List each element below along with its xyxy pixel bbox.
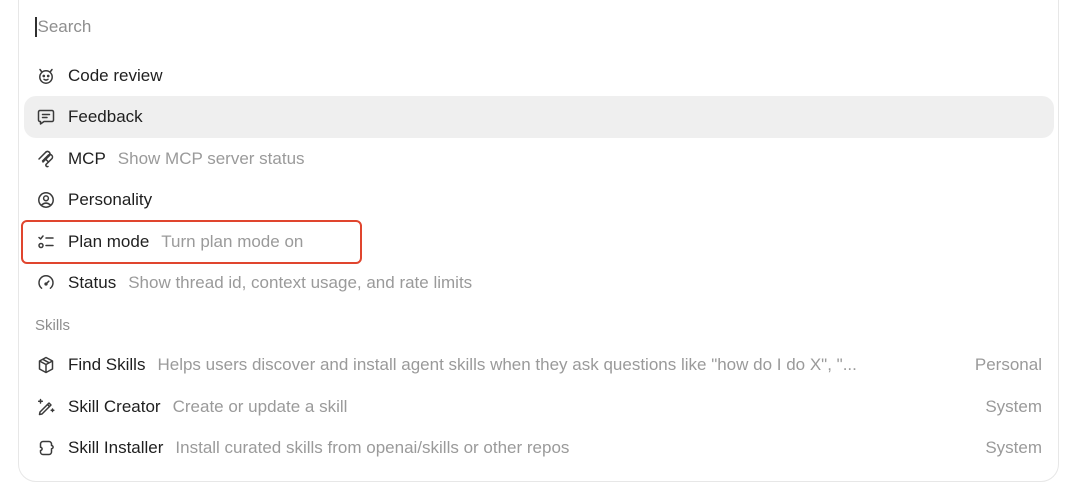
status-icon: [35, 272, 57, 294]
code-review-icon: [35, 65, 57, 87]
skill-scope-badge: System: [985, 438, 1042, 457]
skill-name: Skill Creator: [68, 397, 161, 416]
skill-creator-icon: [35, 396, 57, 418]
skill-scope-badge: System: [985, 397, 1042, 416]
skill-item-skill-creator[interactable]: Skill Creator Create or update a skill S…: [24, 386, 1054, 428]
personality-icon: [35, 189, 57, 211]
search-bar[interactable]: [35, 14, 338, 40]
skill-description: Helps users discover and install agent s…: [157, 355, 857, 374]
command-description: Turn plan mode on: [161, 232, 304, 251]
command-description: Show thread id, context usage, and rate …: [128, 273, 473, 292]
find-skills-icon: [35, 354, 57, 376]
plan-mode-icon: [35, 231, 57, 253]
command-item-status[interactable]: Status Show thread id, context usage, an…: [24, 262, 1054, 304]
text-caret: [35, 17, 37, 37]
mcp-icon: [35, 148, 57, 170]
command-item-feedback[interactable]: Feedback: [24, 96, 1054, 138]
command-description: Show MCP server status: [117, 149, 305, 168]
command-name: Feedback: [68, 107, 143, 126]
command-name: Code review: [68, 66, 163, 85]
command-item-code-review[interactable]: Code review: [24, 55, 1054, 97]
command-name: Status: [68, 273, 117, 292]
command-item-mcp[interactable]: MCP Show MCP server status: [24, 138, 1054, 180]
skill-installer-icon: [35, 437, 57, 459]
skills-section-label: Skills: [35, 317, 71, 334]
command-name: MCP: [68, 149, 106, 168]
search-input[interactable]: [37, 17, 338, 37]
command-item-personality[interactable]: Personality: [24, 179, 1054, 221]
command-item-plan-mode[interactable]: Plan mode Turn plan mode on: [24, 221, 1054, 263]
skill-name: Find Skills: [68, 355, 146, 374]
command-name: Plan mode: [68, 232, 150, 251]
skill-description: Create or update a skill: [172, 397, 348, 416]
skill-item-find-skills[interactable]: Find Skills Helps users discover and ins…: [24, 344, 1054, 386]
skill-item-skill-installer[interactable]: Skill Installer Install curated skills f…: [24, 427, 1054, 469]
skill-description: Install curated skills from openai/skill…: [175, 438, 570, 457]
command-name: Personality: [68, 190, 153, 209]
skill-scope-badge: Personal: [974, 355, 1042, 374]
feedback-icon: [35, 106, 57, 128]
skill-name: Skill Installer: [68, 438, 164, 457]
